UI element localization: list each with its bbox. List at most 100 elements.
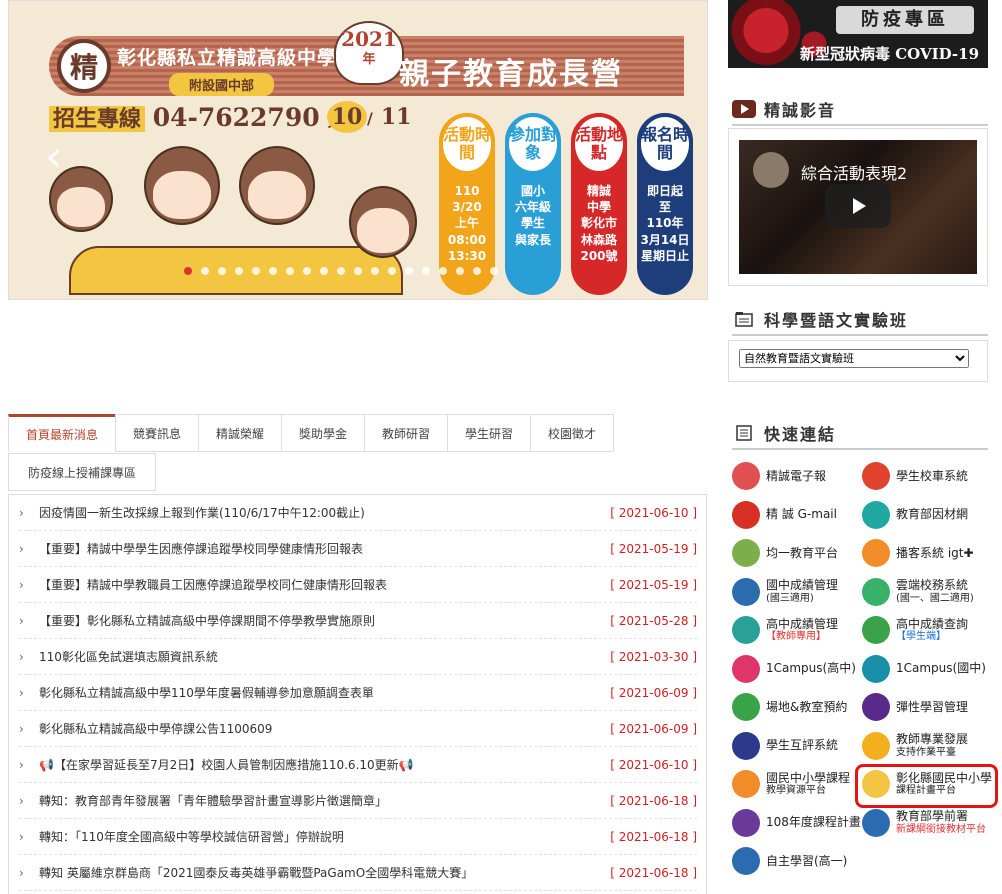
news-title[interactable]: 轉知：「110年度全國高級中等學校誠信研習營」停辦說明 — [39, 828, 610, 845]
news-title[interactable]: 轉知：教育部青年發展署「青年體驗學習計畫宣導影片徵選簡章」 — [39, 792, 610, 809]
quick-link[interactable]: 播客系統 igt✚ — [862, 535, 992, 571]
slide-dot[interactable] — [439, 267, 447, 275]
slide-dot[interactable] — [473, 267, 481, 275]
news-title[interactable]: 彰化縣私立精誠高級中學110學年度暑假輔導參加意願調查表單 — [39, 684, 610, 701]
slide-dot[interactable] — [456, 267, 464, 275]
quick-link[interactable]: 教師專業發展 支持作業平臺 — [862, 728, 992, 764]
slide-dot[interactable] — [303, 267, 311, 275]
rss-icon — [862, 539, 890, 567]
quick-link[interactable]: 教育部學前署 新課綱銜接教材平台 — [862, 805, 992, 841]
slide-dot[interactable] — [422, 267, 430, 275]
tab-6[interactable]: 學生研習 — [447, 414, 531, 452]
news-row[interactable]: › 彰化縣私立精誠高級中學110學年度暑假輔導參加意願調查表單[ 2021-06-… — [19, 675, 697, 711]
news-title[interactable]: 【重要】精誠中學學生因應停課追蹤學校同學健康情形回報表 — [39, 540, 610, 557]
quick-link-name: 1Campus(高中) — [766, 661, 856, 676]
news-row[interactable]: › 轉知：「110年度全國高級中等學校誠信研習營」停辦說明[ 2021-06-18… — [19, 819, 697, 855]
slide-dot[interactable] — [269, 267, 277, 275]
chevron-right-icon: › — [19, 865, 24, 880]
news-date: [ 2021-06-09 ] — [610, 721, 697, 736]
quick-link-label: 教育部因材網 — [896, 507, 968, 521]
news-row[interactable]: › 【重要】彰化縣私立精誠高級中學停課期間不停學教學實施原則[ 2021-05-2… — [19, 603, 697, 639]
quick-link[interactable]: 精 誠 G-mail — [732, 497, 862, 533]
news-row[interactable]: › 【重要】精誠中學學生因應停課追蹤學校同學健康情形回報表[ 2021-05-19… — [19, 531, 697, 567]
quick-link[interactable]: 1Campus(國中) — [862, 651, 992, 687]
news-title[interactable]: 彰化縣私立精誠高級中學停課公告1100609 — [39, 720, 610, 737]
slide-dot[interactable] — [286, 267, 294, 275]
quick-link[interactable]: 108年度課程計畫 — [732, 805, 862, 841]
news-title[interactable]: 轉知 英屬維京群島商「2021國泰反毒英雄爭霸戰暨PaGamO全國學科電競大賽」 — [39, 864, 610, 881]
news-title[interactable]: 【重要】精誠中學教職員工因應停課追蹤學校同仁健康情形回報表 — [39, 576, 610, 593]
quick-link-label: 精 誠 G-mail — [766, 507, 837, 521]
slide-dot[interactable] — [405, 267, 413, 275]
slide-dot[interactable] — [354, 267, 362, 275]
tab-3[interactable]: 精誠榮耀 — [198, 414, 282, 452]
quick-link[interactable]: 國中成績管理 (國三適用) — [732, 574, 862, 610]
news-row[interactable]: › 轉知 英屬維京群島商「2021國泰反毒英雄爭霸戰暨PaGamO全國學科電競大賽… — [19, 855, 697, 891]
quick-link-name: 國民中小學課程 — [766, 770, 851, 785]
slide-dot[interactable] — [184, 267, 192, 275]
banner-info-line: 110 — [454, 184, 480, 198]
science-class-select[interactable]: 自然教育暨語文實驗班 — [739, 349, 969, 368]
quick-link[interactable]: 國民中小學課程 教學資源平台 — [732, 766, 862, 802]
news-row[interactable]: › 110彰化區免試選填志願資訊系統[ 2021-03-30 ] — [19, 639, 697, 675]
channel-avatar — [753, 152, 789, 188]
news-date: [ 2021-05-19 ] — [610, 577, 697, 592]
slide-dot[interactable] — [320, 267, 328, 275]
slide-dot[interactable] — [252, 267, 260, 275]
banner-prev-arrow-icon[interactable]: ‹ — [45, 131, 63, 182]
play-icon[interactable] — [825, 184, 891, 228]
slide-indicators[interactable] — [184, 267, 498, 275]
covid-banner[interactable]: 防疫專區 新型冠狀病毒 COVID-19 — [728, 0, 988, 68]
news-title[interactable]: 【重要】彰化縣私立精誠高級中學停課期間不停學教學實施原則 — [39, 612, 610, 629]
news-row[interactable]: › 📢【在家學習延長至7月2日】校園人員管制因應措施110.6.10更新📢[ 20… — [19, 747, 697, 783]
slide-dot[interactable] — [371, 267, 379, 275]
news-title[interactable]: 110彰化區免試選填志願資訊系統 — [39, 648, 610, 665]
quick-link[interactable]: 場地&教室預約 — [732, 689, 862, 725]
quick-link[interactable]: 學生互評系統 — [732, 728, 862, 764]
quick-link[interactable]: 自主學習(高一) — [732, 843, 862, 879]
banner-info-body: 精誠 中學 彰化市 林森路 200號 — [571, 175, 627, 264]
banner-info-line: 六年級 — [514, 200, 551, 215]
banner-subtitle: 附設國中部 — [169, 73, 275, 96]
quick-link[interactable]: 1Campus(高中) — [732, 651, 862, 687]
news-row[interactable]: › 因疫情國一新生改採線上報到作業(110/6/17中午12:00截止)[ 202… — [19, 495, 697, 531]
slide-dot[interactable] — [235, 267, 243, 275]
video-box: 綜合活動表現2 — [728, 128, 988, 286]
tab-5[interactable]: 教師研習 — [364, 414, 448, 452]
quick-link[interactable]: 均一教育平台 — [732, 535, 862, 571]
banner-info-line: 彰化市 — [580, 216, 617, 231]
quick-link[interactable]: 學生校車系統 — [862, 458, 992, 494]
news-row[interactable]: › 彰化縣私立精誠高級中學停課公告1100609[ 2021-06-09 ] — [19, 711, 697, 747]
tab-1[interactable]: 首頁最新消息 — [8, 414, 116, 452]
quick-link-sub: 新課綱銜接教材平台 — [896, 823, 986, 835]
quick-link[interactable]: 高中成績查詢 【學生端】 — [862, 612, 992, 648]
quick-link-label: 播客系統 igt✚ — [896, 546, 974, 560]
quick-link[interactable]: 高中成績管理 【教師專用】 — [732, 612, 862, 648]
quick-link-label: 教師專業發展 支持作業平臺 — [896, 732, 968, 758]
hero-banner[interactable]: 精 彰化縣私立精誠高級中學 附設國中部 2021 年 親子教育成長營 招生專線 … — [8, 0, 708, 300]
quick-link[interactable]: 教育部因材網 — [862, 497, 992, 533]
kid-illustration — [239, 146, 315, 225]
tab-4[interactable]: 獎助學金 — [281, 414, 365, 452]
slide-dot[interactable] — [337, 267, 345, 275]
tab-8[interactable]: 防疫線上授補課專區 — [8, 453, 156, 491]
diamond-icon — [732, 539, 760, 567]
news-title[interactable]: 📢【在家學習延長至7月2日】校園人員管制因應措施110.6.10更新📢 — [39, 756, 610, 773]
slide-dot[interactable] — [388, 267, 396, 275]
slide-dot[interactable] — [201, 267, 209, 275]
tab-7[interactable]: 校園徵才 — [530, 414, 614, 452]
tab-2[interactable]: 競賽訊息 — [115, 414, 199, 452]
news-row[interactable]: › 【重要】精誠中學教職員工因應停課追蹤學校同仁健康情形回報表[ 2021-05-… — [19, 567, 697, 603]
quick-link[interactable]: 彈性學習管理 — [862, 689, 992, 725]
quick-link[interactable]: 精誠電子報 — [732, 458, 862, 494]
slide-dot[interactable] — [490, 267, 498, 275]
video-player[interactable]: 綜合活動表現2 — [739, 140, 977, 274]
news-row[interactable]: › 轉知：教育部青年發展署「青年體驗學習計畫宣導影片徵選簡章」[ 2021-06-… — [19, 783, 697, 819]
news-date: [ 2021-06-09 ] — [610, 685, 697, 700]
quick-link[interactable]: 雲端校務系統 (國一、國二適用) — [862, 574, 992, 610]
video-title: 綜合活動表現2 — [801, 164, 908, 183]
school-logo-icon: 精 — [57, 39, 111, 93]
chevron-right-icon: › — [19, 613, 24, 628]
slide-dot[interactable] — [218, 267, 226, 275]
news-title[interactable]: 因疫情國一新生改採線上報到作業(110/6/17中午12:00截止) — [39, 504, 610, 521]
